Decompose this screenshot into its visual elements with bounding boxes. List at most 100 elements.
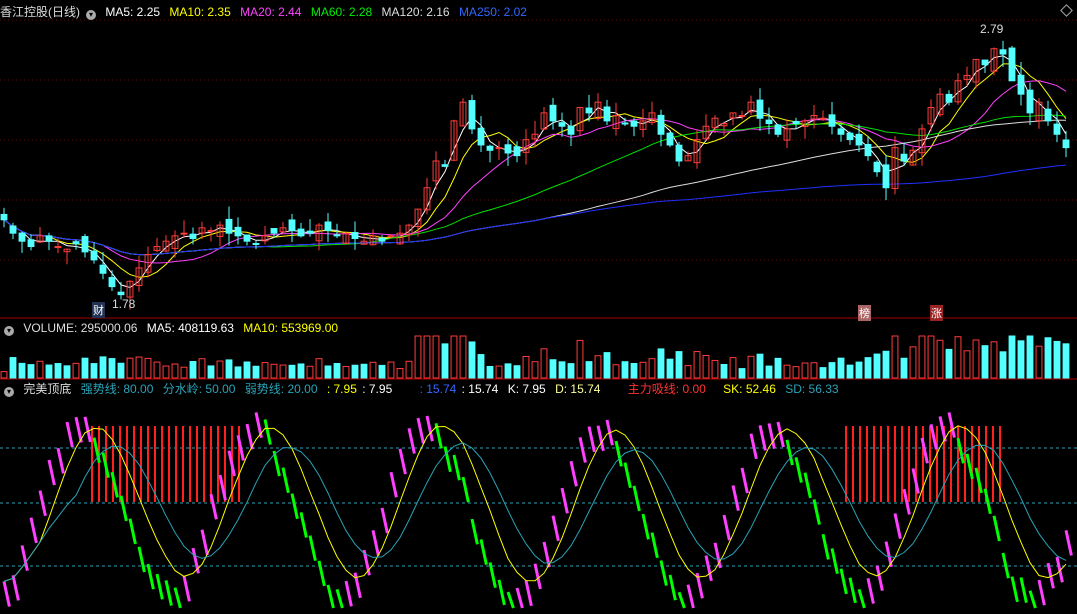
v4-label: : 15.74 <box>461 382 499 396</box>
candle-body <box>900 153 908 162</box>
volume-bar <box>261 362 269 379</box>
volume-bar <box>603 352 611 379</box>
oscillator-bar <box>461 476 470 503</box>
volume-bar <box>531 361 539 379</box>
oscillator-bar <box>839 568 848 595</box>
volume-bar <box>117 362 125 379</box>
v2-label: : 7.95 <box>362 382 393 396</box>
volume-bar <box>783 364 791 379</box>
stock-title[interactable]: 香江控股(日线) <box>0 5 80 19</box>
volume-bar <box>351 364 359 379</box>
oscillator-bar <box>623 462 632 489</box>
candle-body <box>27 239 35 248</box>
oscillator-bar <box>686 584 695 609</box>
sd-label: SD: 56.33 <box>785 382 839 396</box>
oscillator-bar <box>209 493 218 520</box>
oscillator-bar <box>29 517 38 544</box>
oscillator-bar <box>1055 556 1064 583</box>
volume-bar <box>981 345 989 379</box>
candle-body <box>630 120 638 127</box>
oscillator-bar <box>614 440 623 467</box>
indicator-menu-icon[interactable]: ▾ <box>4 387 14 397</box>
oscillator-bar <box>524 580 533 607</box>
volume-bar <box>252 365 260 379</box>
candle-body <box>846 132 854 141</box>
ma250-label: MA250: 2.02 <box>458 5 527 19</box>
badge-bang[interactable]: 榜 <box>858 305 871 321</box>
oscillator-bar <box>1028 590 1037 609</box>
volume-bar <box>594 355 602 379</box>
candle-body <box>1026 89 1034 114</box>
volume-bar <box>999 351 1007 379</box>
ma20-line <box>3 80 1067 264</box>
volume-bar <box>432 335 440 379</box>
volume-bar <box>72 362 80 379</box>
volume-bar <box>639 361 647 379</box>
oscillator-bar <box>866 577 875 604</box>
oscillator-bar <box>137 546 146 573</box>
oscillator-bar <box>992 515 1001 542</box>
oscillator-bar <box>794 457 803 483</box>
oscillator-bar <box>506 591 515 609</box>
strong-line-label: 强势线: 80.00 <box>80 382 154 396</box>
candle-body <box>1044 108 1052 122</box>
candle-body <box>756 99 764 119</box>
volume-bar <box>36 360 44 379</box>
volume-bar <box>450 335 458 379</box>
badge-cai[interactable]: 财 <box>92 302 105 318</box>
oscillator-bar <box>164 580 173 606</box>
oscillator-bar <box>425 415 434 442</box>
volume-bar <box>216 360 224 379</box>
candle-body <box>0 213 8 221</box>
volume-bar <box>711 359 719 379</box>
volume-bar <box>270 363 278 379</box>
volume-bar <box>153 361 161 379</box>
volume-bar <box>414 335 422 379</box>
volume-bar <box>1026 335 1034 379</box>
volume-bar <box>1035 345 1043 379</box>
candle-body <box>504 144 512 154</box>
volume-bar <box>675 351 683 379</box>
volume-bar <box>315 358 323 379</box>
volume-bar <box>657 348 665 379</box>
oscillator-bar <box>632 485 641 512</box>
vol-ma10-label: MA10: 553969.00 <box>243 321 339 335</box>
volume-header: ▾ VOLUME: 295000.06 MA5: 408119.63 MA10:… <box>0 320 344 336</box>
oscillator-bar <box>56 447 65 474</box>
candle-body <box>117 291 125 296</box>
volume-bar <box>1062 343 1070 379</box>
volume-bar <box>945 348 953 379</box>
candle-body <box>603 106 611 122</box>
volume-bar <box>243 361 251 379</box>
volume-bar <box>792 366 800 379</box>
price-header: 香江控股(日线) ▾ MA5: 2.25 MA10: 2.35 MA20: 2.4… <box>0 4 533 20</box>
volume-menu-icon[interactable]: ▾ <box>4 326 14 336</box>
candle-body <box>72 241 80 245</box>
volume-bar <box>567 363 575 379</box>
oscillator-bar <box>65 421 74 448</box>
candle-body <box>306 230 314 234</box>
indicator-title[interactable]: 完美顶底 <box>23 382 71 396</box>
oscillator-bar <box>47 459 56 486</box>
candle-body <box>9 225 17 234</box>
oscillator-bar <box>2 581 11 607</box>
volume-bar <box>108 358 116 379</box>
candle-body <box>351 232 359 240</box>
volume-bar <box>477 354 485 379</box>
candle-body <box>225 218 233 234</box>
candle-body <box>297 228 305 237</box>
oscillator-bar <box>398 448 407 475</box>
candle-body <box>477 127 485 146</box>
volume-bar <box>621 361 629 379</box>
volume-bar <box>576 339 584 379</box>
volume-bar <box>522 355 530 379</box>
menu-icon[interactable]: ▾ <box>86 10 96 20</box>
oscillator-bar <box>407 428 416 454</box>
oscillator-bar <box>281 467 290 494</box>
volume-bar <box>747 355 755 379</box>
badge-zhang[interactable]: 涨 <box>930 305 943 321</box>
volume-bar <box>702 354 710 379</box>
volume-bar <box>990 341 998 379</box>
volume-bar <box>882 350 890 379</box>
volume-bar <box>495 365 503 379</box>
